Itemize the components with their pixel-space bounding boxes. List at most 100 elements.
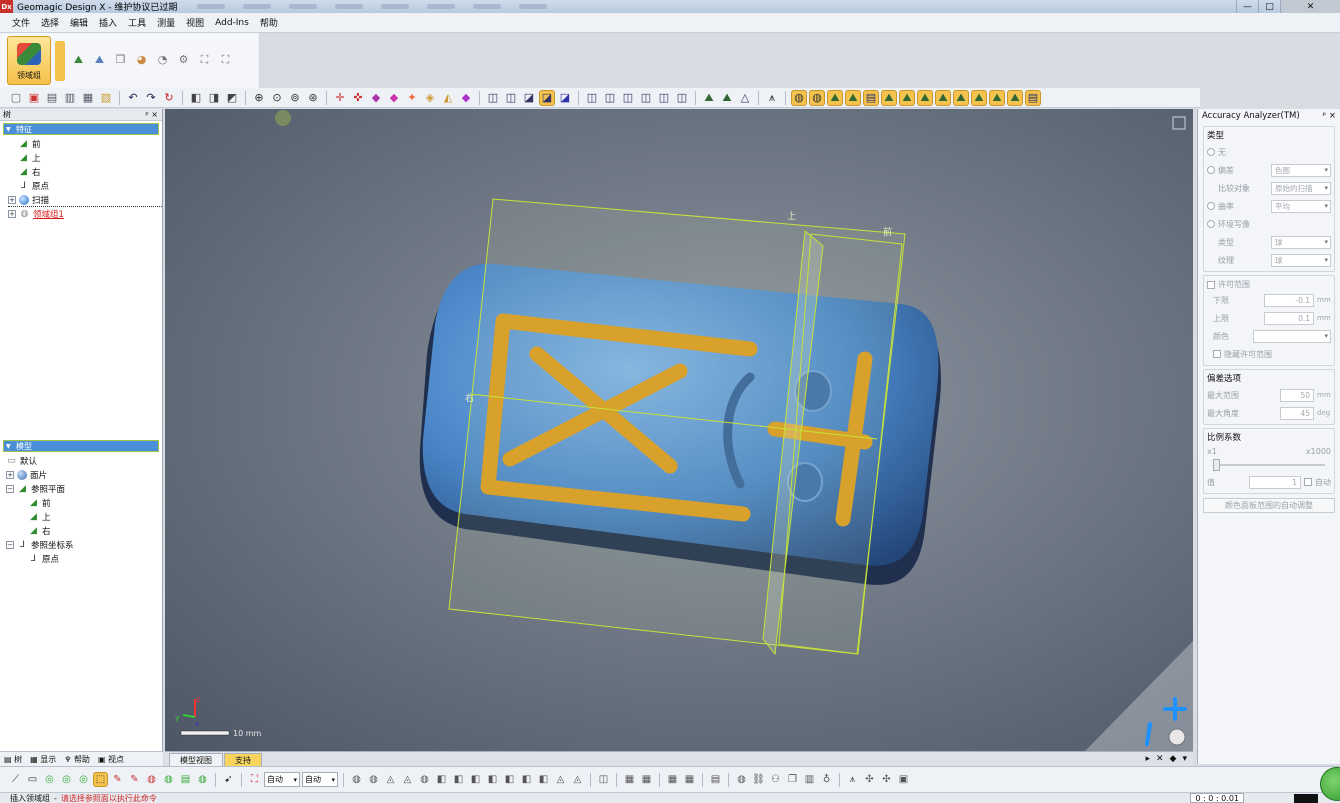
menu-tools[interactable]: 工具: [128, 16, 146, 29]
tab-display[interactable]: ▦ 显示: [30, 754, 56, 765]
model-tree-selected[interactable]: 模型: [3, 440, 159, 452]
select-mode-icon[interactable]: ◧: [188, 90, 204, 106]
filter-12-icon[interactable]: ▤: [1025, 89, 1041, 106]
hide-tolerance-checkbox[interactable]: [1213, 350, 1221, 358]
radio-env-mapping[interactable]: [1207, 220, 1215, 228]
table-2-icon[interactable]: ▦: [682, 772, 697, 787]
view-back-icon[interactable]: ◫: [503, 90, 519, 106]
filter-select-1[interactable]: 自动: [264, 772, 300, 787]
tab-menu-icon[interactable]: ▾: [1182, 754, 1187, 764]
filter-7-icon[interactable]: ⛰: [935, 89, 951, 106]
face-tool-6-icon[interactable]: ◧: [502, 772, 517, 787]
bulb-icon[interactable]: ♁: [819, 772, 834, 787]
menu-file[interactable]: 文件: [12, 16, 30, 29]
undo-icon[interactable]: ↶: [125, 90, 141, 106]
filter-icon[interactable]: ⛰: [827, 89, 843, 106]
snap-icon[interactable]: ✦: [404, 90, 420, 106]
snap-tool-2-icon[interactable]: ◍: [366, 772, 381, 787]
tree-item-plane-right[interactable]: ◢ 右: [28, 524, 162, 538]
texture-select[interactable]: 球: [1271, 253, 1331, 267]
filter-4-icon[interactable]: ⛰: [881, 89, 897, 106]
mesh-display-icon[interactable]: ⛰: [701, 90, 717, 106]
tree-item-default[interactable]: ▭ 默认: [6, 454, 162, 468]
maximize-button[interactable]: □: [1258, 0, 1280, 13]
color-icon[interactable]: ◆: [458, 90, 474, 106]
auto-checkbox[interactable]: [1304, 478, 1312, 486]
settings-gear-icon[interactable]: ⚙: [175, 51, 192, 68]
menu-edit[interactable]: 编辑: [70, 16, 88, 29]
line-tool-icon[interactable]: ⟋: [8, 772, 23, 787]
tree-item-top-plane[interactable]: ◢ 上: [18, 151, 162, 165]
tree-item-origin[interactable]: ⅃ 原点: [18, 179, 162, 193]
print-icon[interactable]: ▦: [80, 90, 96, 106]
zoom-window-icon[interactable]: ⊙: [269, 90, 285, 106]
tree-item-right-plane[interactable]: ◢ 右: [18, 165, 162, 179]
3d-viewport[interactable]: 上 前 右 z y x 10 mm: [165, 109, 1193, 751]
tab-help[interactable]: ♆ 帮助: [64, 754, 90, 765]
tree-item-ref-planes[interactable]: − ◢ 参照平面: [6, 482, 162, 496]
filter-10-icon[interactable]: ⛰: [989, 89, 1005, 106]
menu-measure[interactable]: 测量: [157, 16, 175, 29]
option-none[interactable]: 无: [1207, 143, 1331, 161]
globe-icon[interactable]: ◍: [734, 772, 749, 787]
radio-deviation[interactable]: [1207, 166, 1215, 174]
tab-close-icon[interactable]: ✕: [1156, 754, 1164, 764]
nav-view-cube-icon[interactable]: [1168, 728, 1186, 746]
link-icon[interactable]: ⛓: [751, 772, 766, 787]
feature-tree-pin-close[interactable]: ᵖ ×: [145, 110, 158, 119]
max-angle-input[interactable]: 45: [1280, 406, 1314, 420]
tab-tree[interactable]: ▤ 树: [4, 754, 22, 765]
tab-support[interactable]: 支持: [224, 753, 262, 766]
mesh-display-2-icon[interactable]: ⛰: [719, 90, 735, 106]
filter-2-icon[interactable]: ⛰: [845, 89, 861, 106]
open-icon[interactable]: ▧: [98, 90, 114, 106]
radio-curvature[interactable]: [1207, 202, 1215, 210]
tree-item-front-plane[interactable]: ◢ 前: [18, 137, 162, 151]
tab-viewpoint[interactable]: ▣ 视点: [98, 754, 124, 765]
kind-select[interactable]: 球: [1271, 235, 1331, 249]
zoom-selected-icon[interactable]: ⊚: [287, 90, 303, 106]
tab-prev-icon[interactable]: ▸: [1145, 754, 1150, 764]
expand-icon[interactable]: +: [6, 471, 14, 479]
copy-region-icon[interactable]: ❐: [112, 51, 129, 68]
face-tool-5-icon[interactable]: ◧: [485, 772, 500, 787]
rebuild-icon[interactable]: ↻: [161, 90, 177, 106]
chart-tool-icon[interactable]: ⛶: [247, 772, 262, 787]
pan-icon[interactable]: ✛: [332, 90, 348, 106]
scale-slider-thumb[interactable]: [1213, 459, 1220, 471]
face-tool-icon[interactable]: ◍: [417, 772, 432, 787]
zoom-region-icon[interactable]: ⊛: [305, 90, 321, 106]
region-tool-icon[interactable]: ▤: [178, 772, 193, 787]
lasso-tool-icon[interactable]: ✎: [127, 772, 142, 787]
view-right-icon[interactable]: ◪: [557, 90, 573, 106]
orient-icon[interactable]: ◈: [422, 90, 438, 106]
pointer-icon[interactable]: ➹: [221, 772, 236, 787]
layer-icon[interactable]: ◫: [596, 772, 611, 787]
radio-none[interactable]: [1207, 148, 1215, 156]
tab-model-view[interactable]: 模型视图: [169, 753, 223, 766]
filter-5-icon[interactable]: ⛰: [899, 89, 915, 106]
accuracy-panel-pin-close[interactable]: ᵖ ×: [1323, 111, 1336, 121]
export-icon[interactable]: ▥: [62, 90, 78, 106]
curvature-select[interactable]: 平均: [1271, 199, 1331, 213]
filter-8-icon[interactable]: ⛰: [953, 89, 969, 106]
circle-tool-2-icon[interactable]: ◎: [59, 772, 74, 787]
rotate-icon[interactable]: ✜: [350, 90, 366, 106]
rect-tool-icon[interactable]: ▭: [25, 772, 40, 787]
feature-tree-selected[interactable]: 特征: [3, 123, 159, 135]
mesh-triangle-icon[interactable]: △: [737, 90, 753, 106]
filter-9-icon[interactable]: ⛰: [971, 89, 987, 106]
expand-icon[interactable]: +: [8, 195, 16, 204]
view-front-icon[interactable]: ◫: [485, 90, 501, 106]
menu-insert[interactable]: 插入: [99, 16, 117, 29]
collapse-icon[interactable]: −: [6, 485, 14, 493]
hide-tolerance-toggle[interactable]: 隐藏许可范围: [1207, 345, 1331, 363]
measure-tool-4-icon[interactable]: ▣: [896, 772, 911, 787]
measure-tool-2-icon[interactable]: ✣: [862, 772, 877, 787]
accuracy-icon[interactable]: ◍: [791, 89, 807, 106]
circle-tool-icon[interactable]: ◎: [42, 772, 57, 787]
grid-2-icon[interactable]: ▦: [639, 772, 654, 787]
node-icon[interactable]: ⚇: [768, 772, 783, 787]
max-range-input[interactable]: 50: [1280, 388, 1314, 402]
tree-item-scan[interactable]: + 扫描: [8, 193, 162, 207]
